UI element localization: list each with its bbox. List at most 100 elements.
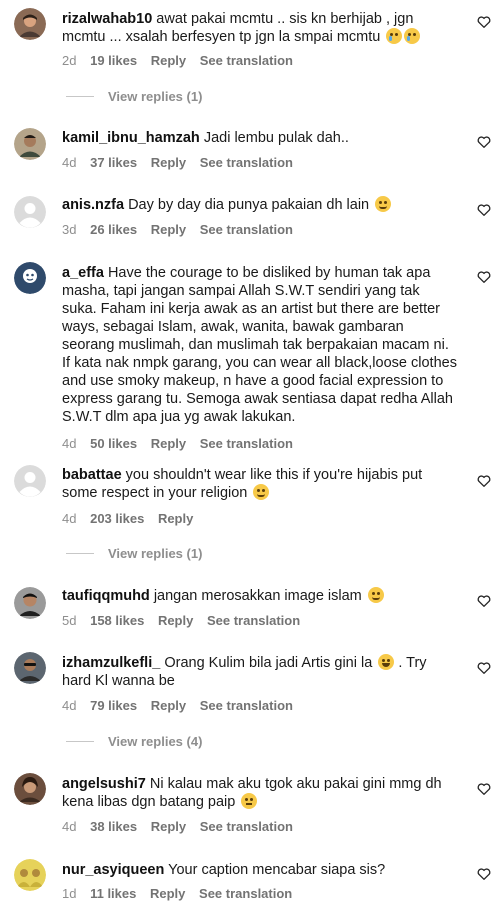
comment-likes[interactable]: 50 likes bbox=[90, 436, 137, 451]
comment-username[interactable]: rizalwahab10 bbox=[62, 11, 152, 27]
comment-meta: 1d 11 likes Reply See translation bbox=[62, 886, 302, 901]
reply-button[interactable]: Reply bbox=[151, 436, 186, 451]
comment-text: izhamzulkefli_ Orang Kulim bila jadi Art… bbox=[62, 654, 458, 690]
avatar[interactable] bbox=[14, 587, 46, 619]
relieved-face-icon bbox=[253, 484, 270, 500]
comment-text: rizalwahab10 awat pakai mcmtu .. sis kn … bbox=[62, 10, 458, 46]
comment-meta: 4d 38 likes Reply See translation bbox=[62, 819, 303, 834]
comment-text: angelsushi7 Ni kalau mak aku tgok aku pa… bbox=[62, 775, 458, 811]
heart-outline-icon[interactable] bbox=[476, 781, 492, 797]
comment-time: 4d bbox=[62, 511, 77, 526]
heart-outline-icon[interactable] bbox=[476, 866, 492, 882]
comment-time: 2d bbox=[62, 53, 77, 68]
comment-time: 4d bbox=[62, 155, 77, 170]
heart-outline-icon[interactable] bbox=[476, 202, 492, 218]
neutral-face-icon bbox=[241, 793, 258, 809]
avatar[interactable] bbox=[14, 128, 46, 160]
reply-button[interactable]: Reply bbox=[158, 511, 193, 526]
reply-button[interactable]: Reply bbox=[151, 155, 186, 170]
comment-meta: 3d 26 likes Reply See translation bbox=[62, 222, 303, 237]
comment-meta: 4d 37 likes Reply See translation bbox=[62, 155, 303, 170]
see-translation-button[interactable]: See translation bbox=[199, 886, 292, 901]
reply-button[interactable]: Reply bbox=[151, 53, 186, 68]
heart-outline-icon[interactable] bbox=[476, 473, 492, 489]
comment-text: babattae you shouldn't wear like this if… bbox=[62, 466, 458, 502]
comment-body: Have the courage to be disliked by human… bbox=[62, 265, 457, 425]
comment-time: 3d bbox=[62, 222, 77, 237]
see-translation-button[interactable]: See translation bbox=[200, 436, 293, 451]
comment-time: 4d bbox=[62, 819, 77, 834]
comment-meta: 2d 19 likes Reply See translation bbox=[62, 53, 303, 68]
heart-outline-icon[interactable] bbox=[476, 660, 492, 676]
view-replies-label: View replies (4) bbox=[108, 734, 203, 749]
comment-username[interactable]: a_effa bbox=[62, 265, 104, 281]
view-replies-button[interactable]: View replies (4) bbox=[66, 734, 202, 749]
comment-body: Day by day dia punya pakaian dh lain bbox=[128, 197, 370, 213]
comment-meta: 4d 50 likes Reply See translation bbox=[62, 436, 303, 451]
comment-body: Jadi lembu pulak dah.. bbox=[203, 130, 349, 146]
divider-line bbox=[66, 96, 94, 97]
view-replies-label: View replies (1) bbox=[108, 89, 203, 104]
comment-text: a_effa Have the courage to be disliked b… bbox=[62, 264, 458, 426]
comment-username[interactable]: taufiqqmuhd bbox=[62, 588, 150, 604]
comments-list: rizalwahab10 awat pakai mcmtu .. sis kn … bbox=[0, 0, 500, 910]
comment-text: taufiqqmuhd jangan merosakkan image isla… bbox=[62, 587, 458, 605]
comment-time: 4d bbox=[62, 698, 77, 713]
heart-outline-icon[interactable] bbox=[476, 14, 492, 30]
smiling-face-icon bbox=[367, 587, 384, 603]
avatar[interactable] bbox=[14, 652, 46, 684]
comment-text: nur_asyiqueen Your caption mencabar siap… bbox=[62, 861, 458, 879]
see-translation-button[interactable]: See translation bbox=[200, 53, 293, 68]
see-translation-button[interactable]: See translation bbox=[200, 819, 293, 834]
reply-button[interactable]: Reply bbox=[151, 698, 186, 713]
comment-username[interactable]: angelsushi7 bbox=[62, 776, 146, 792]
comment-likes[interactable]: 26 likes bbox=[90, 222, 137, 237]
reply-button[interactable]: Reply bbox=[150, 886, 185, 901]
comment-body: jangan merosakkan image islam bbox=[153, 588, 362, 604]
comment-likes[interactable]: 203 likes bbox=[90, 511, 144, 526]
comment-likes[interactable]: 158 likes bbox=[90, 613, 144, 628]
comment-time: 1d bbox=[62, 886, 77, 901]
comment-meta: 4d 203 likes Reply bbox=[62, 511, 203, 526]
comment-username[interactable]: babattae bbox=[62, 467, 122, 483]
comment-likes[interactable]: 19 likes bbox=[90, 53, 137, 68]
see-translation-button[interactable]: See translation bbox=[207, 613, 300, 628]
view-replies-label: View replies (1) bbox=[108, 546, 203, 561]
comment-meta: 4d 79 likes Reply See translation bbox=[62, 698, 303, 713]
comment-time: 4d bbox=[62, 436, 77, 451]
avatar[interactable] bbox=[14, 465, 46, 497]
comment-likes[interactable]: 38 likes bbox=[90, 819, 137, 834]
comment-username[interactable]: nur_asyiqueen bbox=[62, 862, 164, 878]
divider-line bbox=[66, 741, 94, 742]
avatar[interactable] bbox=[14, 859, 46, 891]
reply-button[interactable]: Reply bbox=[151, 222, 186, 237]
comment-username[interactable]: anis.nzfa bbox=[62, 197, 124, 213]
see-translation-button[interactable]: See translation bbox=[200, 155, 293, 170]
see-translation-button[interactable]: See translation bbox=[200, 222, 293, 237]
comment-likes[interactable]: 11 likes bbox=[90, 886, 136, 901]
comment-likes[interactable]: 79 likes bbox=[90, 698, 137, 713]
view-replies-button[interactable]: View replies (1) bbox=[66, 89, 202, 104]
avatar[interactable] bbox=[14, 196, 46, 228]
comment-username[interactable]: kamil_ibnu_hamzah bbox=[62, 130, 200, 146]
see-translation-button[interactable]: See translation bbox=[200, 698, 293, 713]
reply-button[interactable]: Reply bbox=[158, 613, 193, 628]
heart-outline-icon[interactable] bbox=[476, 593, 492, 609]
crying-face-icon bbox=[404, 28, 421, 44]
avatar[interactable] bbox=[14, 773, 46, 805]
comment-meta: 5d 158 likes Reply See translation bbox=[62, 613, 310, 628]
comment-time: 5d bbox=[62, 613, 77, 628]
relieved-face-icon bbox=[375, 196, 392, 212]
avatar[interactable] bbox=[14, 8, 46, 40]
comment-text: kamil_ibnu_hamzah Jadi lembu pulak dah.. bbox=[62, 129, 458, 147]
comment-text: anis.nzfa Day by day dia punya pakaian d… bbox=[62, 196, 458, 214]
heart-outline-icon[interactable] bbox=[476, 134, 492, 150]
comment-likes[interactable]: 37 likes bbox=[90, 155, 137, 170]
view-replies-button[interactable]: View replies (1) bbox=[66, 546, 202, 561]
crying-face-icon bbox=[386, 28, 403, 44]
reply-button[interactable]: Reply bbox=[151, 819, 186, 834]
comment-username[interactable]: izhamzulkefli_ bbox=[62, 655, 160, 671]
avatar[interactable] bbox=[14, 262, 46, 294]
laughing-face-icon bbox=[378, 654, 395, 670]
heart-outline-icon[interactable] bbox=[476, 269, 492, 285]
